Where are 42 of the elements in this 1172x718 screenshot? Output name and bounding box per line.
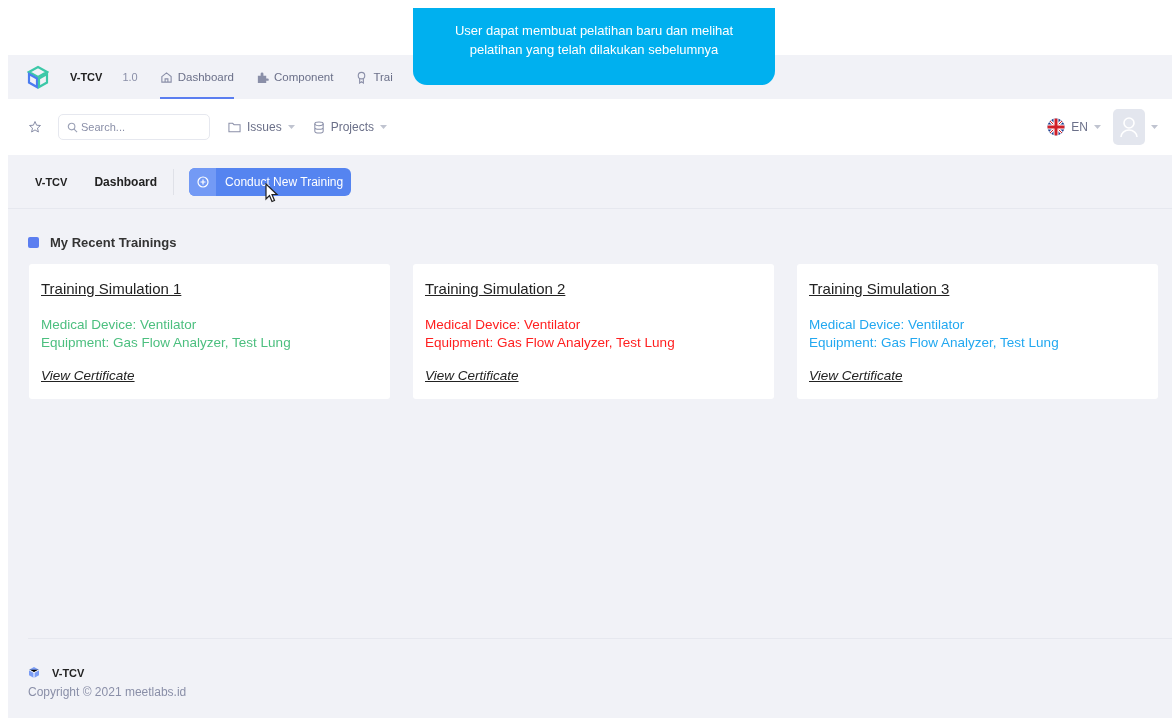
breadcrumb-item[interactable]: V-TCV xyxy=(35,175,68,188)
caret-icon xyxy=(1094,125,1101,129)
device-text: Medical Device: Ventilator xyxy=(41,316,197,334)
language-selector[interactable]: EN xyxy=(1047,118,1101,136)
cube-logo-icon xyxy=(28,666,40,679)
training-title-link[interactable]: Training Simulation 1 xyxy=(41,280,182,297)
database-icon xyxy=(312,120,325,134)
footer-app-name: V-TCV xyxy=(52,666,85,679)
copyright-text: Copyright © 2021 meetlabs.id xyxy=(28,685,188,699)
puzzle-icon xyxy=(255,70,269,84)
plus-circle-icon xyxy=(196,175,209,188)
training-title-link[interactable]: Training Simulation 2 xyxy=(425,280,566,297)
star-icon[interactable] xyxy=(28,120,42,134)
equipment-text: Equipment: Gas Flow Analyzer, Test Lung xyxy=(809,334,1059,352)
tooltip: User dapat membuat pelatihan baru dan melihat pelatihan yang telah dilakukan sebelumnya xyxy=(413,8,775,85)
section-title: My Recent Trainings xyxy=(50,235,177,250)
device-text: Medical Device: Ventilator xyxy=(425,316,581,334)
equipment-text: Equipment: Gas Flow Analyzer, Test Lung xyxy=(41,334,291,352)
caret-icon xyxy=(1151,125,1158,129)
caret-icon xyxy=(287,125,295,129)
dropdown-menu[interactable]: Projects xyxy=(312,120,388,134)
app-name: V-TCV xyxy=(70,71,103,83)
version-label: 1.0 xyxy=(122,71,138,83)
folder-icon xyxy=(228,121,241,133)
view-certificate-link[interactable]: View Certificate xyxy=(809,368,903,383)
equipment-text: Equipment: Gas Flow Analyzer, Test Lung xyxy=(425,334,675,352)
conduct-training-button[interactable]: Conduct New Training xyxy=(189,167,352,196)
training-title-link[interactable]: Training Simulation 3 xyxy=(809,280,950,297)
home-icon xyxy=(159,70,173,84)
section-marker xyxy=(28,237,39,248)
caret-icon xyxy=(380,125,388,129)
flag-icon xyxy=(1047,118,1066,136)
view-certificate-link[interactable]: View Certificate xyxy=(41,368,135,383)
dropdown-menu[interactable]: Issues xyxy=(228,120,295,134)
view-certificate-link[interactable]: View Certificate xyxy=(425,368,519,383)
avatar-icon xyxy=(1113,109,1145,145)
nav-tab[interactable]: Component xyxy=(255,55,334,99)
device-text: Medical Device: Ventilator xyxy=(809,316,965,334)
search-field[interactable]: Search... xyxy=(58,114,210,140)
breadcrumb-item[interactable]: Dashboard xyxy=(94,174,158,189)
cube-logo-icon xyxy=(27,65,49,89)
nav-tab[interactable]: Trai xyxy=(355,55,393,99)
